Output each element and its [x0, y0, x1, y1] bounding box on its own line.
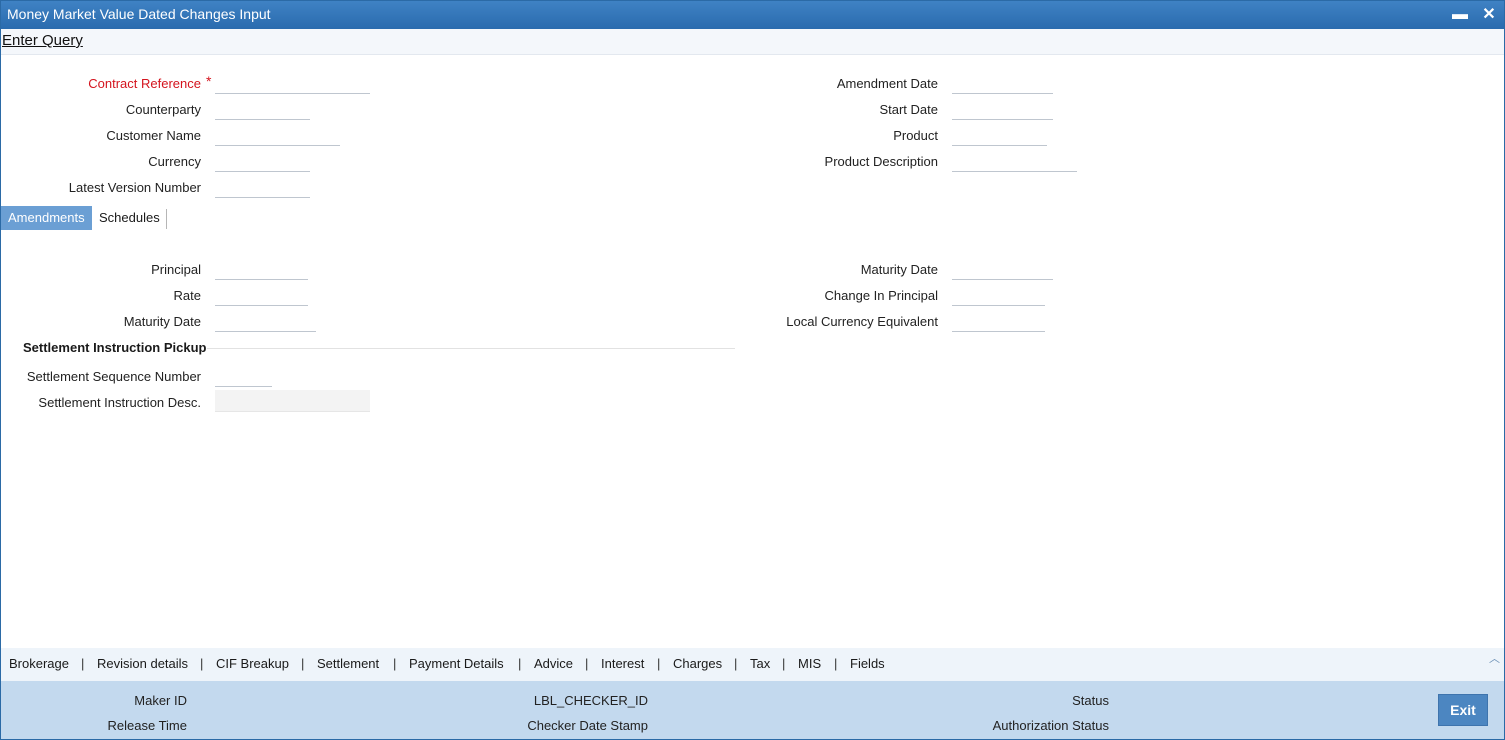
exit-button[interactable]: Exit: [1438, 694, 1488, 726]
settlement-instruction-desc-label: Settlement Instruction Desc.: [38, 395, 201, 410]
link-revision-details[interactable]: Revision details: [97, 656, 188, 671]
link-brokerage[interactable]: Brokerage: [9, 656, 69, 671]
link-settlement[interactable]: Settlement: [317, 656, 379, 671]
amendment-date-label: Amendment Date: [836, 76, 938, 91]
link-separator: |: [393, 656, 397, 671]
window-title: Money Market Value Dated Changes Input: [7, 6, 271, 22]
latest-version-number-input[interactable]: [215, 176, 310, 198]
authorization-status-label: Authorization Status: [992, 718, 1109, 733]
product-input[interactable]: [952, 124, 1047, 146]
contract-reference-label: Contract Reference: [88, 76, 201, 91]
link-separator: |: [301, 656, 305, 671]
link-advice[interactable]: Advice: [534, 656, 573, 671]
contract-reference-input[interactable]: [215, 72, 370, 94]
link-separator: |: [200, 656, 204, 671]
amendment-date-input[interactable]: [952, 72, 1053, 94]
link-interest[interactable]: Interest: [601, 656, 644, 671]
maturity-date-input[interactable]: [215, 310, 316, 332]
counterparty-input[interactable]: [215, 98, 310, 120]
product-description-input[interactable]: [952, 150, 1077, 172]
new-maturity-date-input[interactable]: [952, 258, 1053, 280]
link-separator: |: [834, 656, 838, 671]
link-separator: |: [782, 656, 786, 671]
minimize-icon[interactable]: ▬: [1450, 5, 1470, 25]
principal-label: Principal: [151, 262, 201, 277]
link-fields[interactable]: Fields: [850, 656, 885, 671]
app-window: Money Market Value Dated Changes Input ▬…: [0, 0, 1505, 740]
link-separator: |: [81, 656, 85, 671]
sub-screen-links-bar: Brokerage | Revision details | CIF Break…: [1, 648, 1504, 681]
settlement-sequence-number-label: Settlement Sequence Number: [26, 369, 201, 384]
status-label: Status: [1072, 693, 1109, 708]
settlement-section-title: Settlement Instruction Pickup: [23, 340, 207, 355]
checker-date-stamp-label: Checker Date Stamp: [527, 718, 648, 733]
currency-label: Currency: [148, 154, 201, 169]
tab-divider: [166, 209, 167, 229]
link-separator: |: [518, 656, 522, 671]
product-description-label: Product Description: [824, 154, 938, 169]
close-icon[interactable]: ✕: [1479, 5, 1499, 25]
title-bar: Money Market Value Dated Changes Input ▬…: [1, 1, 1504, 29]
audit-footer: Maker ID Release Time LBL_CHECKER_ID Che…: [1, 681, 1504, 739]
checker-id-label: LBL_CHECKER_ID: [533, 693, 648, 708]
latest-version-number-label: Latest Version Number: [68, 180, 201, 195]
link-separator: |: [734, 656, 738, 671]
link-cif-breakup[interactable]: CIF Breakup: [216, 656, 289, 671]
tab-amendments[interactable]: Amendments: [1, 206, 92, 230]
new-maturity-date-label: Maturity Date: [860, 262, 938, 277]
customer-name-input[interactable]: [215, 124, 340, 146]
link-separator: |: [657, 656, 661, 671]
rate-input[interactable]: [215, 284, 308, 306]
change-in-principal-label: Change In Principal: [824, 288, 938, 303]
local-currency-equivalent-input[interactable]: [952, 310, 1045, 332]
change-in-principal-input[interactable]: [952, 284, 1045, 306]
section-divider: [207, 348, 735, 349]
enter-query-menu[interactable]: Enter Query: [2, 32, 83, 49]
link-separator: |: [585, 656, 589, 671]
link-charges[interactable]: Charges: [673, 656, 722, 671]
principal-input[interactable]: [215, 258, 308, 280]
required-asterisk: *: [206, 73, 212, 89]
link-tax[interactable]: Tax: [750, 656, 770, 671]
link-mis[interactable]: MIS: [798, 656, 821, 671]
menu-bar: Enter Query: [1, 29, 1504, 55]
maturity-date-label: Maturity Date: [123, 314, 201, 329]
maker-id-label: Maker ID: [134, 693, 187, 708]
customer-name-label: Customer Name: [106, 128, 201, 143]
local-currency-equivalent-label: Local Currency Equivalent: [786, 314, 938, 329]
counterparty-label: Counterparty: [125, 102, 201, 117]
settlement-instruction-desc-input[interactable]: [215, 390, 370, 412]
tab-schedules[interactable]: Schedules: [92, 206, 167, 230]
start-date-label: Start Date: [879, 102, 938, 117]
release-time-label: Release Time: [107, 718, 187, 733]
product-label: Product: [893, 128, 938, 143]
link-payment-details[interactable]: Payment Details: [409, 656, 504, 671]
start-date-input[interactable]: [952, 98, 1053, 120]
currency-input[interactable]: [215, 150, 310, 172]
settlement-sequence-number-input[interactable]: [215, 365, 272, 387]
rate-label: Rate: [173, 288, 201, 303]
scroll-up-icon[interactable]: ︿: [1489, 650, 1500, 666]
